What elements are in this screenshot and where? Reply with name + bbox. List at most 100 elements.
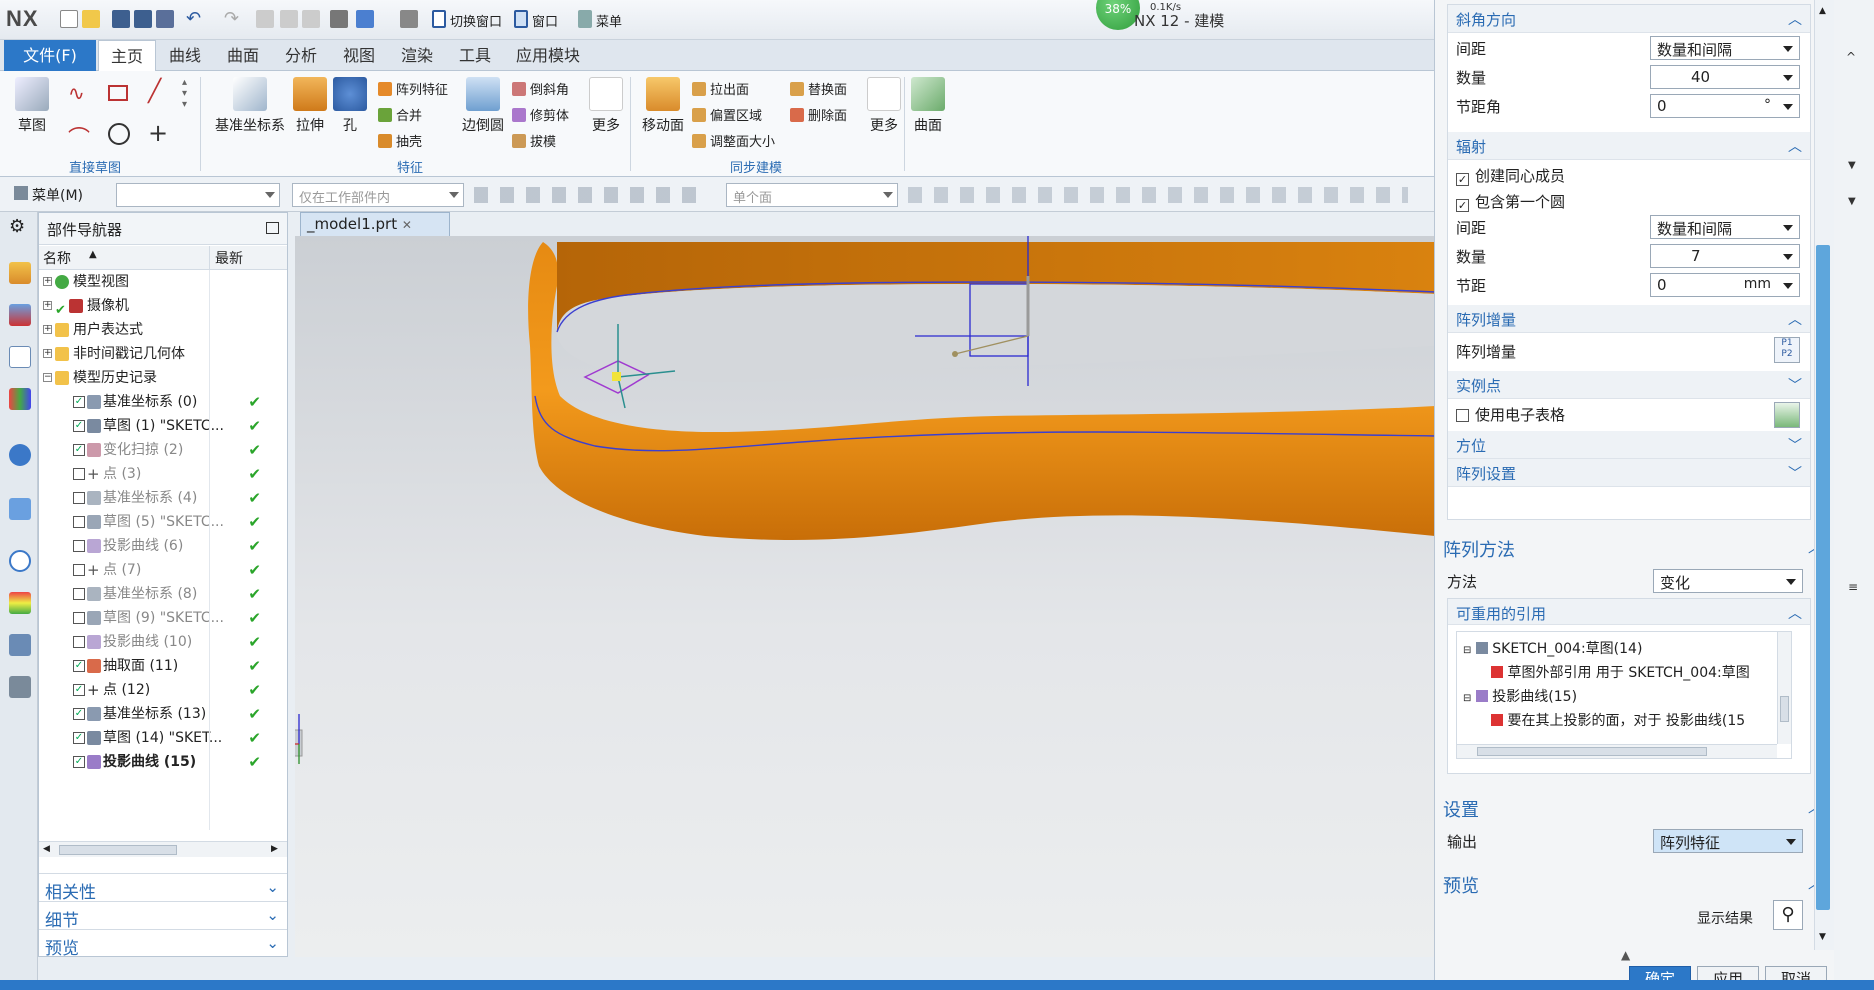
visibility-checkbox[interactable]: ✓: [73, 684, 85, 696]
scroll-left-icon[interactable]: ◀: [43, 844, 50, 854]
references-tree[interactable]: ⊟ SKETCH_004:草图(14) 草图外部引用 用于 SKETCH_004…: [1456, 631, 1792, 759]
paste-icon[interactable]: [302, 10, 320, 28]
gallery-scroll-icon[interactable]: ▴ ▾ ▾: [182, 77, 187, 110]
tree-node-feature[interactable]: ✓ 投影曲线 (15) ✔: [39, 750, 287, 774]
process-studio-icon[interactable]: [9, 634, 31, 656]
checkbox-checked[interactable]: [1491, 666, 1503, 678]
section-pattern-increment[interactable]: 阵列增量 ︿: [1448, 305, 1810, 333]
profile-icon[interactable]: ∿: [68, 81, 85, 105]
section-preview[interactable]: 预览 ⌄: [39, 929, 287, 959]
section-preview[interactable]: 预览︿: [1435, 868, 1835, 902]
replace-face-button[interactable]: 替换面: [790, 79, 847, 98]
circle-icon[interactable]: [108, 123, 130, 145]
pitch-angle-input[interactable]: 0 °: [1650, 94, 1800, 118]
method-select[interactable]: 变化: [1653, 569, 1803, 593]
dialog-scroll-thumb[interactable]: [1816, 245, 1830, 910]
switch-window-label[interactable]: 切换窗口: [450, 11, 502, 30]
tree-node-feature[interactable]: 草图 (5) "SKETC... ✔: [39, 510, 287, 534]
chamfer-button[interactable]: 倒斜角: [512, 79, 569, 98]
sketch-button[interactable]: 草图: [10, 77, 54, 135]
info-icon[interactable]: [9, 444, 31, 466]
resize-handle-icon[interactable]: ≡: [1848, 580, 1858, 594]
column-name[interactable]: 名称: [43, 248, 71, 268]
scroll-up-icon[interactable]: ▲: [1819, 6, 1826, 16]
tree-node-feature[interactable]: ✓ 草图 (14) "SKET... ✔: [39, 726, 287, 750]
collapse-icon[interactable]: ⊟: [1463, 645, 1471, 656]
selection-tools-icons[interactable]: [474, 187, 704, 203]
tree-node-feature[interactable]: + 点 (3) ✔: [39, 462, 287, 486]
visibility-checkbox[interactable]: [73, 540, 85, 552]
chevron-down-icon[interactable]: ▼: [1848, 160, 1856, 171]
tree-node-model-history[interactable]: − 模型历史记录: [39, 366, 287, 390]
save-all-icon[interactable]: [156, 10, 174, 28]
unite-button[interactable]: 合并: [378, 105, 422, 124]
tree-node-feature[interactable]: 基准坐标系 (4) ✔: [39, 486, 287, 510]
hole-button[interactable]: 孔: [328, 77, 372, 135]
datum-csys-button[interactable]: 基准坐标系: [214, 77, 286, 135]
copy-icon[interactable]: [280, 10, 298, 28]
tree-node-feature[interactable]: 基准坐标系 (8) ✔: [39, 582, 287, 606]
checkbox-checked[interactable]: ✓: [1456, 173, 1469, 186]
cut-icon[interactable]: [256, 10, 274, 28]
tab-tools[interactable]: 工具: [450, 40, 500, 71]
count-input[interactable]: 40: [1650, 65, 1800, 89]
part-navigator-icon[interactable]: [9, 346, 31, 368]
tree-node-model-views[interactable]: + 模型视图: [39, 270, 287, 294]
section-dependencies[interactable]: 相关性 ⌄: [39, 873, 287, 903]
tab-home[interactable]: 主页: [98, 40, 156, 72]
save-icon[interactable]: [112, 10, 130, 28]
visibility-checkbox[interactable]: ✓: [73, 444, 85, 456]
section-orientation[interactable]: 方位 ﹀: [1448, 431, 1810, 459]
reference-node[interactable]: ⊟ 投影曲线(15): [1463, 686, 1577, 706]
arc-icon[interactable]: ⌒: [68, 121, 90, 153]
tree-node-feature[interactable]: ✓ 变化扫掠 (2) ✔: [39, 438, 287, 462]
references-h-scrollbar[interactable]: [1457, 744, 1777, 758]
section-settings[interactable]: 设置︿: [1435, 792, 1835, 826]
tree-node-feature[interactable]: 投影曲线 (10) ✔: [39, 630, 287, 654]
resize-face-button[interactable]: 调整面大小: [692, 131, 775, 150]
visibility-checkbox[interactable]: [73, 516, 85, 528]
draft-button[interactable]: 拔模: [512, 131, 556, 150]
pull-face-button[interactable]: 拉出面: [692, 79, 749, 98]
collapse-dialog-icon[interactable]: ▲: [1621, 948, 1630, 962]
expand-icon[interactable]: +: [43, 349, 52, 358]
expand-icon[interactable]: +: [43, 301, 52, 310]
section-details[interactable]: 细节 ⌄: [39, 901, 287, 931]
print-icon[interactable]: [330, 10, 348, 28]
column-latest[interactable]: 最新: [215, 248, 243, 268]
collapse-icon[interactable]: −: [43, 373, 52, 382]
tree-node-user-expressions[interactable]: + 用户表达式: [39, 318, 287, 342]
touch-mode-icon[interactable]: [356, 10, 374, 28]
scroll-thumb[interactable]: [59, 845, 177, 855]
spreadsheet-icon[interactable]: [1774, 402, 1800, 428]
scroll-right-icon[interactable]: ▶: [271, 844, 278, 854]
history-icon[interactable]: [9, 550, 31, 572]
chevron-down-icon[interactable]: ▼: [1848, 196, 1856, 207]
tab-surface[interactable]: 曲面: [218, 40, 268, 71]
trim-body-button[interactable]: 修剪体: [512, 105, 569, 124]
checkbox-checked[interactable]: ✓: [1456, 199, 1469, 212]
expand-icon[interactable]: +: [43, 277, 52, 286]
visibility-checkbox[interactable]: ✓: [73, 420, 85, 432]
include-first-circle-checkbox[interactable]: ✓ 包含第一个圆: [1448, 186, 1810, 212]
tree-node-unused-items[interactable]: + 非时间戳记几何体: [39, 342, 287, 366]
scroll-thumb[interactable]: [1477, 747, 1707, 756]
more-sync-button[interactable]: 更多: [862, 77, 906, 135]
visibility-checkbox[interactable]: [73, 612, 85, 624]
tab-analysis[interactable]: 分析: [276, 40, 326, 71]
face-rule-combo[interactable]: 单个面: [726, 183, 898, 207]
radial-pitch-input[interactable]: 0 mm: [1650, 273, 1800, 297]
section-pattern-method[interactable]: 阵列方法︿: [1435, 532, 1835, 566]
visibility-checkbox[interactable]: ✓: [73, 660, 85, 672]
tree-node-feature[interactable]: ✓ 抽取面 (11) ✔: [39, 654, 287, 678]
spacing-select[interactable]: 数量和间隔: [1650, 36, 1800, 60]
undo-icon[interactable]: ↶: [186, 8, 201, 29]
visibility-checkbox[interactable]: ✓: [73, 396, 85, 408]
visibility-checkbox[interactable]: ✓: [73, 756, 85, 768]
move-face-button[interactable]: 移动面: [638, 77, 688, 135]
snap-point-icons[interactable]: [908, 187, 1408, 203]
use-spreadsheet-checkbox[interactable]: 使用电子表格: [1448, 399, 1810, 431]
pattern-feature-button[interactable]: 阵列特征: [378, 79, 448, 98]
new-file-icon[interactable]: [60, 10, 78, 28]
expand-icon[interactable]: +: [43, 325, 52, 334]
